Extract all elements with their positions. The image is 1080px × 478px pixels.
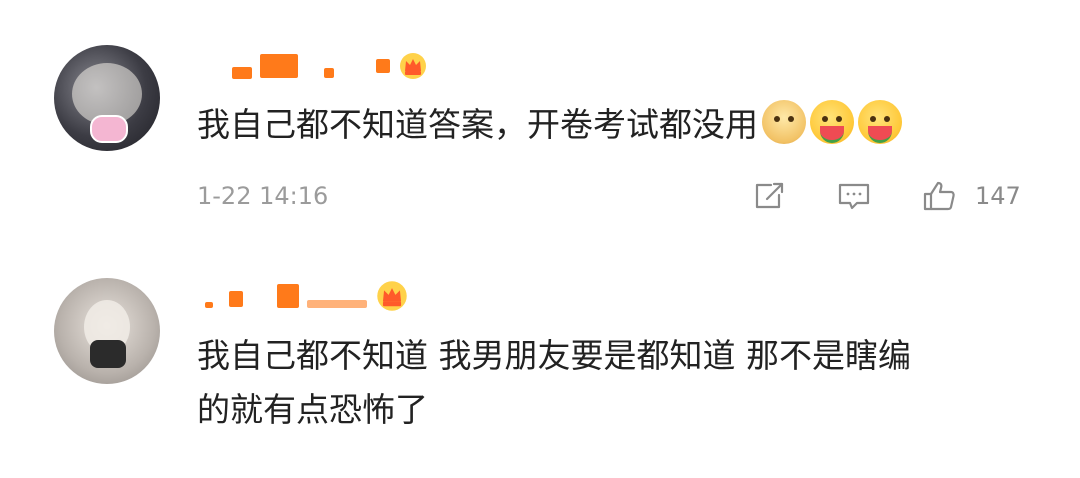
- username-redacted[interactable]: [232, 48, 428, 84]
- doge-icon: [762, 100, 806, 144]
- username-redacted[interactable]: [205, 278, 409, 314]
- comment-text: 我自己都不知道答案，开卷考试都没用: [197, 100, 902, 149]
- watermelon-eating-icon: [858, 100, 902, 144]
- comment-meta: 1-22 14:16 147: [197, 178, 1027, 214]
- redaction-block: [229, 291, 243, 307]
- avatar[interactable]: [54, 278, 160, 384]
- avatar-badge: [90, 115, 128, 143]
- redaction-block: [205, 302, 213, 308]
- redaction-block: [277, 284, 299, 308]
- redaction-block: [232, 67, 252, 79]
- comment-text-content: 我自己都不知道答案，开卷考试都没用: [197, 105, 758, 144]
- avatar[interactable]: [54, 45, 160, 151]
- avatar-mask: [90, 340, 126, 368]
- comment-item: 我自己都不知道答案，开卷考试都没用 1-22 14:16 147: [0, 0, 1080, 250]
- comment-text-line: 的就有点恐怖了: [197, 390, 428, 429]
- comment-text: 我自己都不知道 我男朋友要是都知道 那不是瞎编 的就有点恐怖了: [197, 332, 911, 434]
- redaction-block: [376, 59, 390, 73]
- share-icon[interactable]: [751, 180, 787, 212]
- like-count: 147: [975, 182, 1021, 210]
- redaction-block: [307, 300, 367, 308]
- redaction-block: [324, 68, 334, 78]
- watermelon-eating-icon: [810, 100, 854, 144]
- comment-item: 我自己都不知道 我男朋友要是都知道 那不是瞎编 的就有点恐怖了: [0, 250, 1080, 478]
- crown-icon: [398, 52, 428, 80]
- redaction-block: [260, 54, 298, 78]
- comment-icon[interactable]: [836, 180, 872, 212]
- timestamp: 1-22 14:16: [197, 182, 329, 210]
- comment-text-line: 我自己都不知道 我男朋友要是都知道 那不是瞎编: [197, 336, 911, 375]
- like-icon[interactable]: [921, 180, 957, 212]
- crown-icon: [375, 280, 409, 312]
